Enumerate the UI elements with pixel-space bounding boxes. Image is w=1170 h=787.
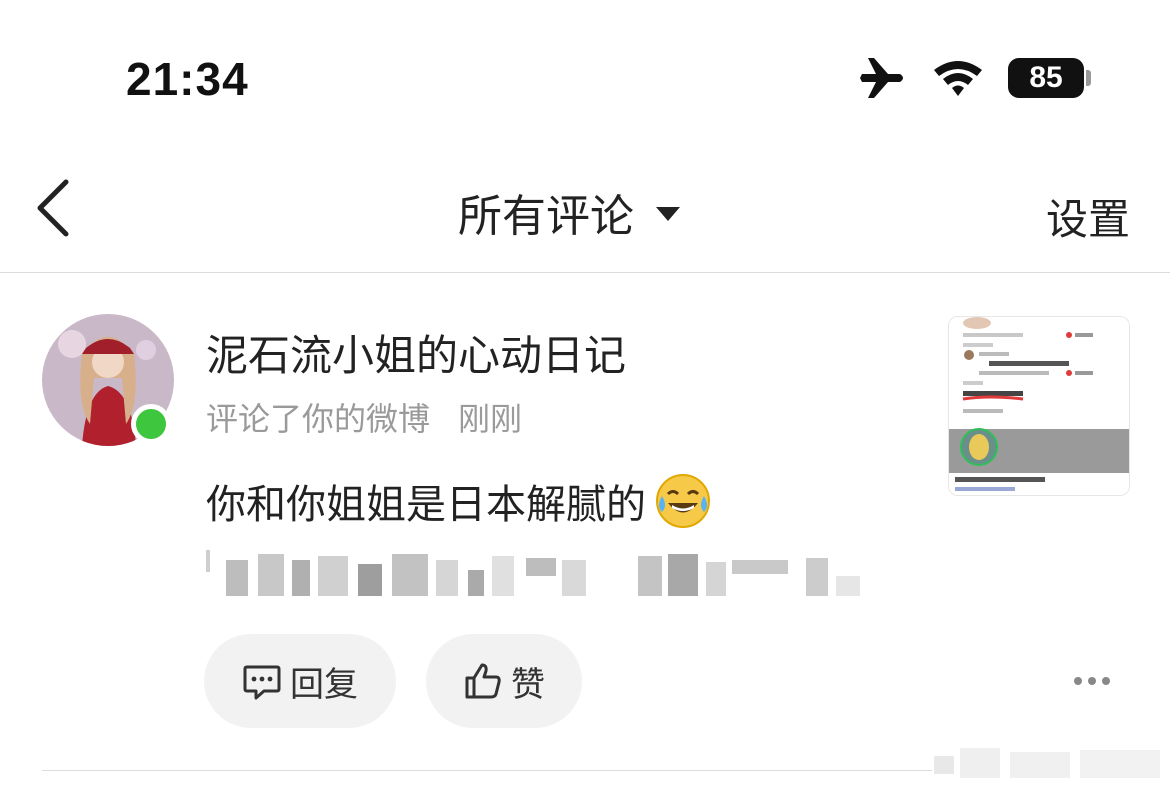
status-time: 21:34 bbox=[126, 53, 249, 105]
header-divider bbox=[0, 272, 1170, 273]
reply-label: 回复 bbox=[290, 664, 358, 705]
battery-level: 85 bbox=[1029, 61, 1063, 94]
back-icon[interactable] bbox=[34, 178, 74, 238]
filter-dropdown[interactable]: 所有评论 bbox=[458, 180, 680, 244]
comment-body[interactable]: 你和你姐姐是日本解腻的 bbox=[206, 472, 712, 530]
more-icon[interactable] bbox=[1072, 672, 1112, 690]
watermark-blurred bbox=[934, 748, 1160, 778]
online-status-dot bbox=[131, 404, 171, 444]
battery-cap bbox=[1086, 70, 1091, 86]
item-divider bbox=[42, 770, 932, 771]
battery-icon: 85 bbox=[1008, 58, 1084, 98]
comment-meta: 评论了你的微博 刚刚 bbox=[206, 394, 522, 440]
airplane-icon bbox=[860, 58, 903, 98]
quoted-text-blurred bbox=[206, 550, 860, 596]
username[interactable]: 泥石流小姐的心动日记 bbox=[206, 322, 626, 383]
reply-icon bbox=[243, 665, 281, 700]
weibo-thumbnail[interactable] bbox=[948, 316, 1130, 496]
like-label: 赞 bbox=[511, 664, 545, 705]
settings-button[interactable]: 设置 bbox=[1046, 186, 1130, 247]
page-title: 所有评论 bbox=[458, 191, 634, 242]
dropdown-caret-icon bbox=[656, 207, 680, 221]
comment-time: 刚刚 bbox=[458, 400, 523, 438]
reply-button[interactable]: 回复 bbox=[204, 634, 396, 728]
comment-action: 评论了你的微博 bbox=[206, 400, 431, 438]
like-icon bbox=[465, 663, 501, 699]
comment-text: 你和你姐姐是日本解腻的 bbox=[206, 482, 646, 528]
wifi-icon bbox=[934, 61, 982, 96]
tears-of-joy-emoji bbox=[656, 474, 710, 528]
like-button[interactable]: 赞 bbox=[426, 634, 582, 728]
